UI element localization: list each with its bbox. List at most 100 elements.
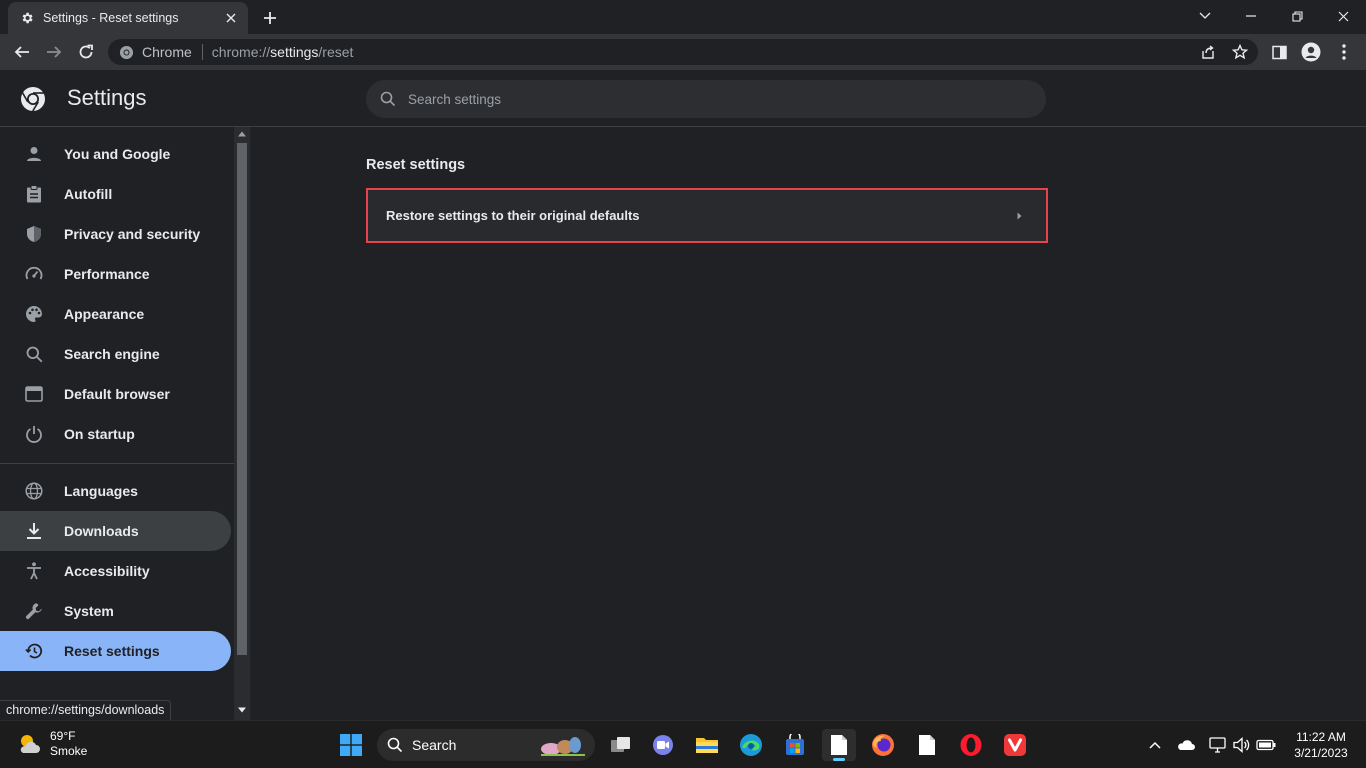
notepad-file-icon-active[interactable] <box>822 729 856 761</box>
url-path: /reset <box>318 44 354 60</box>
share-icon[interactable] <box>1194 38 1222 66</box>
weather-cloud-sun-icon <box>16 732 42 756</box>
taskbar-search-box[interactable]: Search <box>377 729 595 761</box>
wrench-icon <box>24 601 44 621</box>
sidebar-item-label: Languages <box>64 483 138 499</box>
chevron-right-icon <box>1004 212 1034 220</box>
speedometer-icon <box>24 264 44 284</box>
settings-header: Settings <box>0 70 1366 127</box>
clock-time: 11:22 AM <box>1296 730 1346 744</box>
address-bar[interactable]: Chrome chrome://settings/reset <box>108 39 1258 65</box>
search-icon <box>380 91 396 107</box>
task-view-icon[interactable] <box>604 729 638 761</box>
sidebar-item-label: Search engine <box>64 346 160 362</box>
show-hidden-icons-chevron-up-icon[interactable] <box>1145 735 1165 755</box>
minimize-button[interactable] <box>1228 4 1274 28</box>
teams-chat-icon[interactable] <box>646 729 680 761</box>
sidebar-item-label: Performance <box>64 266 150 282</box>
accessibility-icon <box>24 561 44 581</box>
power-icon <box>24 424 44 444</box>
sidebar-divider <box>0 463 234 464</box>
file-explorer-icon[interactable] <box>690 729 724 761</box>
omnibox-divider <box>201 44 203 60</box>
history-icon <box>24 641 44 661</box>
profile-avatar-icon[interactable] <box>1297 38 1325 66</box>
sidebar-item-label: Downloads <box>64 523 139 539</box>
sidebar-item-you-and-google[interactable]: You and Google <box>0 134 231 174</box>
weather-description: Smoke <box>50 744 88 758</box>
sidebar-item-system[interactable]: System <box>0 591 231 631</box>
sidebar-item-search-engine[interactable]: Search engine <box>0 334 231 374</box>
edge-browser-icon[interactable] <box>734 729 768 761</box>
blank-document-icon[interactable] <box>910 729 944 761</box>
reload-button[interactable] <box>72 38 100 66</box>
close-window-button[interactable] <box>1320 4 1366 28</box>
sidebar: You and Google Autofill Privacy and secu… <box>0 127 234 720</box>
scrollbar-thumb[interactable] <box>237 143 247 655</box>
sidebar-item-label: Autofill <box>64 186 113 202</box>
opera-browser-icon[interactable] <box>954 729 988 761</box>
microsoft-store-icon[interactable] <box>778 729 812 761</box>
sidebar-item-appearance[interactable]: Appearance <box>0 294 231 334</box>
globe-icon <box>24 481 44 501</box>
vivaldi-browser-icon[interactable] <box>998 729 1032 761</box>
sidebar-item-autofill[interactable]: Autofill <box>0 174 231 214</box>
onedrive-cloud-icon[interactable] <box>1176 735 1196 755</box>
network-monitor-icon[interactable] <box>1208 735 1228 755</box>
back-button[interactable] <box>8 38 36 66</box>
windows-taskbar: 69°F Smoke Search 11:22 AM 3/21/2023 <box>0 720 1366 768</box>
weather-widget[interactable]: 69°F Smoke <box>16 729 87 759</box>
taskbar-search-label: Search <box>412 737 457 753</box>
battery-charging-icon[interactable] <box>1256 735 1276 755</box>
search-icon <box>387 737 403 753</box>
section-title: Reset settings <box>366 157 466 173</box>
firefox-icon[interactable] <box>866 729 900 761</box>
browser-toolbar: Chrome chrome://settings/reset <box>0 34 1366 70</box>
clipboard-icon <box>24 184 44 204</box>
shield-icon <box>24 224 44 244</box>
search-input[interactable] <box>408 91 1008 107</box>
scroll-down-arrow-icon[interactable] <box>238 707 246 713</box>
scroll-up-arrow-icon[interactable] <box>238 131 246 137</box>
volume-speaker-icon[interactable] <box>1232 735 1252 755</box>
system-clock[interactable]: 11:22 AM 3/21/2023 <box>1285 729 1357 761</box>
sidebar-item-on-startup[interactable]: On startup <box>0 414 231 454</box>
sidebar-item-default-browser[interactable]: Default browser <box>0 374 231 414</box>
status-bubble: chrome://settings/downloads <box>0 700 172 720</box>
sidebar-item-privacy-and-security[interactable]: Privacy and security <box>0 214 231 254</box>
clock-date: 3/21/2023 <box>1294 746 1348 760</box>
search-settings-box[interactable] <box>366 80 1046 118</box>
url-scheme: chrome:// <box>211 44 271 60</box>
gear-icon <box>20 11 34 25</box>
sidebar-scrollbar[interactable] <box>234 127 250 720</box>
side-panel-icon[interactable] <box>1265 38 1293 66</box>
active-app-indicator <box>833 758 845 761</box>
sidebar-item-accessibility[interactable]: Accessibility <box>0 551 231 591</box>
person-icon <box>24 144 44 164</box>
sidebar-item-performance[interactable]: Performance <box>0 254 231 294</box>
tab-settings[interactable]: Settings - Reset settings <box>8 2 248 34</box>
forward-button[interactable] <box>40 38 68 66</box>
close-tab-icon[interactable] <box>220 7 242 29</box>
tab-title: Settings - Reset settings <box>43 11 179 25</box>
restore-defaults-label: Restore settings to their original defau… <box>386 208 640 223</box>
url-host: settings <box>270 44 319 60</box>
restore-button[interactable] <box>1274 4 1320 28</box>
sidebar-item-languages[interactable]: Languages <box>0 471 231 511</box>
kebab-menu-icon[interactable] <box>1330 38 1358 66</box>
palette-icon <box>24 304 44 324</box>
sidebar-item-label: You and Google <box>64 146 171 162</box>
browser-window-icon <box>24 384 44 404</box>
new-tab-button[interactable] <box>258 6 282 30</box>
sidebar-item-reset-settings[interactable]: Reset settings <box>0 631 231 671</box>
restore-defaults-row[interactable]: Restore settings to their original defau… <box>366 188 1048 243</box>
sidebar-item-label: Privacy and security <box>64 226 201 242</box>
sidebar-item-downloads[interactable]: Downloads <box>0 511 231 551</box>
sidebar-item-label: Default browser <box>64 386 170 402</box>
sidebar-item-label: Appearance <box>64 306 145 322</box>
sidebar-item-label: Reset settings <box>64 643 160 659</box>
tab-search-chevron-down-icon[interactable] <box>1182 4 1228 28</box>
search-icon <box>24 344 44 364</box>
bookmark-star-icon[interactable] <box>1226 38 1254 66</box>
start-windows-icon[interactable] <box>334 729 368 761</box>
